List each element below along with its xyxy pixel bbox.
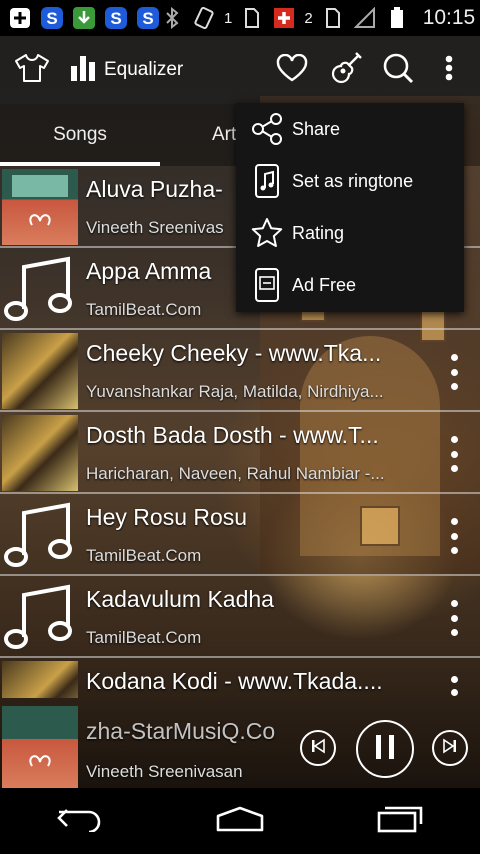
song-title: Hey Rosu Rosu (86, 504, 248, 530)
battery-icon (385, 6, 409, 30)
overflow-menu-button[interactable] (432, 36, 466, 104)
music-note-icon (2, 579, 78, 655)
menu-item-share[interactable]: Share (236, 103, 464, 155)
svg-text:S: S (142, 9, 153, 28)
sim2-icon (321, 6, 345, 30)
favorite-button[interactable] (270, 36, 314, 104)
album-art (2, 415, 78, 491)
clock: 10:15 (422, 6, 476, 29)
song-row[interactable]: Hey Rosu Rosu TamilBeat.Com (0, 494, 480, 576)
song-options-button[interactable] (446, 518, 462, 554)
signal-icon (353, 6, 377, 30)
equalizer-button[interactable]: Equalizer (64, 36, 183, 104)
menu-item-set-ringtone[interactable]: Set as ringtone (236, 155, 464, 207)
menu-item-label: Set as ringtone (292, 170, 414, 191)
menu-item-label: Ad Free (292, 274, 357, 295)
skip-next-icon (442, 738, 458, 759)
svg-text:S: S (46, 9, 57, 28)
guitar-icon (329, 51, 363, 90)
menu-item-ad-free[interactable]: Ad Free (236, 259, 464, 311)
svg-text:S: S (110, 9, 121, 28)
song-row[interactable]: Kodana Kodi - www.Tkada.... (0, 658, 480, 698)
back-button[interactable] (40, 791, 120, 851)
song-row[interactable]: Cheeky Cheeky - www.Tka... Yuvanshankar … (0, 330, 480, 412)
now-playing-album-art (2, 706, 78, 788)
album-art (2, 169, 78, 245)
song-title: Dosth Bada Dosth - www.T... (86, 422, 379, 448)
swiss-flag-icon (272, 6, 296, 30)
music-note-icon (2, 497, 78, 573)
system-nav-bar (0, 788, 480, 854)
song-artist: Yuvanshankar Raja, Matilda, Nirdhiya... (86, 382, 384, 401)
theme-button[interactable] (0, 36, 64, 104)
song-artist: TamilBeat.Com (86, 628, 202, 647)
song-options-button[interactable] (446, 436, 462, 472)
play-pause-button[interactable] (356, 720, 414, 778)
home-icon (215, 806, 265, 837)
now-playing-title: zha-StarMusiQ.Co (86, 718, 276, 744)
s-app-icon-2: S (104, 6, 128, 30)
add-notification-icon (8, 6, 32, 30)
album-art (2, 333, 78, 409)
action-bar: Equalizer (0, 36, 480, 104)
star-icon (250, 216, 284, 250)
guitar-button[interactable] (324, 36, 368, 104)
next-button[interactable] (432, 730, 468, 766)
menu-item-label: Share (292, 118, 341, 139)
song-artist: TamilBeat.Com (86, 546, 202, 565)
song-artist: Haricharan, Naveen, Rahul Nambiar -... (86, 464, 385, 483)
overflow-popup-menu: Share Set as ringtone Rating Ad Free (236, 103, 464, 312)
song-options-button[interactable] (446, 354, 462, 390)
menu-item-label: Rating (292, 222, 345, 243)
sim2-label: 2 (304, 9, 313, 27)
song-title: Cheeky Cheeky - www.Tka... (86, 340, 382, 366)
s-app-icon: S (40, 6, 64, 30)
ad-free-icon (250, 268, 284, 302)
sim1-label: 1 (224, 9, 233, 27)
song-title: Kodana Kodi - www.Tkada.... (86, 668, 383, 694)
back-icon (57, 806, 103, 837)
recent-apps-icon (377, 805, 423, 838)
ringtone-phone-icon (250, 164, 284, 198)
music-note-icon (2, 251, 78, 327)
sim1-icon (240, 6, 264, 30)
song-row[interactable]: Kadavulum Kadha TamilBeat.Com (0, 576, 480, 658)
search-icon (382, 52, 414, 89)
pause-icon (373, 734, 397, 765)
previous-button[interactable] (300, 730, 336, 766)
share-icon (250, 112, 284, 146)
shirt-icon (14, 53, 50, 88)
menu-item-rating[interactable]: Rating (236, 207, 464, 259)
equalizer-icon (70, 54, 96, 87)
skip-previous-icon (310, 738, 326, 759)
download-app-icon (72, 6, 96, 30)
s-app-icon-3: S (136, 6, 160, 30)
song-row[interactable]: Dosth Bada Dosth - www.T... Haricharan, … (0, 412, 480, 494)
album-art (2, 661, 78, 698)
status-bar: S S S 1 2 10:15 (0, 0, 480, 36)
song-options-button[interactable] (446, 600, 462, 636)
search-button[interactable] (376, 36, 420, 104)
rotate-icon (192, 6, 216, 30)
bluetooth-icon (160, 6, 184, 30)
more-vertical-icon (445, 55, 453, 86)
equalizer-label: Equalizer (104, 59, 184, 80)
song-options-button[interactable] (446, 676, 462, 696)
home-button[interactable] (200, 791, 280, 851)
song-title: Kadavulum Kadha (86, 586, 274, 612)
tab-songs[interactable]: Songs (0, 104, 160, 166)
now-playing-bar[interactable]: zha-StarMusiQ.Co Vineeth Sreenivasan (0, 706, 480, 788)
heart-icon (276, 53, 308, 87)
recent-apps-button[interactable] (360, 791, 440, 851)
